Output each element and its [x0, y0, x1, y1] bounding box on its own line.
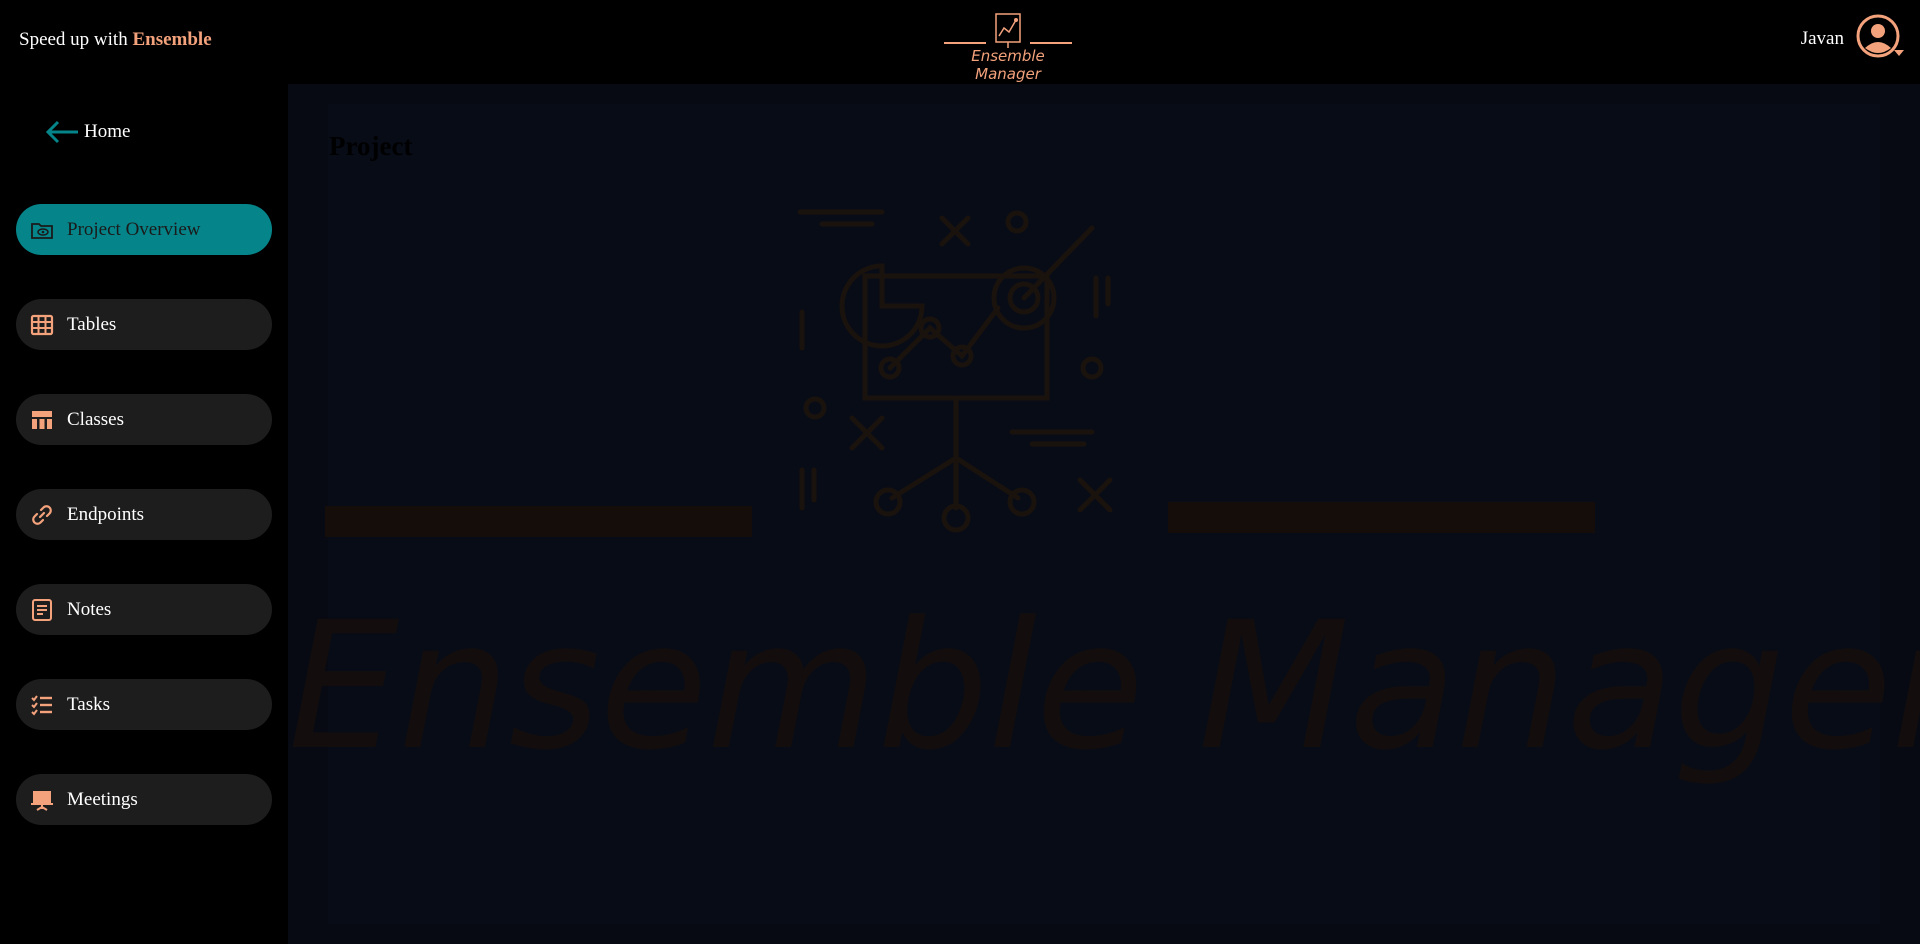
watermark-text: Ensemble Manager	[288, 584, 1920, 789]
link-icon	[30, 503, 54, 527]
user-name: Javan	[1800, 28, 1844, 49]
sidebar-item-label: Endpoints	[67, 503, 145, 525]
sidebar-item-meetings[interactable]: Meetings	[16, 774, 272, 825]
tagline-brand: Ensemble	[132, 29, 212, 50]
class-table-icon	[30, 408, 54, 432]
logo-icon	[944, 13, 1072, 48]
tagline: Speed up with Ensemble	[19, 29, 212, 51]
page-title: Project	[329, 131, 413, 161]
home-label: Home	[84, 121, 131, 142]
sidebar: Home Project Overview Tables Classes End…	[0, 84, 288, 944]
table-grid-icon	[30, 313, 54, 337]
checklist-icon	[30, 693, 54, 717]
sidebar-item-label: Meetings	[67, 788, 138, 810]
sidebar-item-label: Tasks	[67, 693, 111, 715]
sidebar-item-label: Tables	[67, 313, 117, 335]
logo-text: Ensemble Manager	[971, 47, 1045, 83]
sidebar-item-project-overview[interactable]: Project Overview	[16, 204, 272, 255]
presentation-chart-icon	[797, 209, 1113, 533]
decorative-bar-left	[325, 506, 752, 537]
top-bar: Speed up with Ensemble Ensemble Manager …	[0, 0, 1920, 84]
decorative-bar-right	[1168, 502, 1595, 533]
sidebar-item-tasks[interactable]: Tasks	[16, 679, 272, 730]
user-avatar-icon[interactable]	[1856, 14, 1906, 64]
sidebar-item-label: Project Overview	[67, 218, 201, 240]
user-menu[interactable]: Javan	[1801, 14, 1906, 64]
presentation-icon	[30, 788, 54, 812]
folder-eye-icon	[30, 218, 54, 242]
sidebar-item-label: Classes	[67, 408, 124, 430]
sidebar-item-endpoints[interactable]: Endpoints	[16, 489, 272, 540]
sidebar-item-label: Notes	[67, 598, 112, 620]
sidebar-item-classes[interactable]: Classes	[16, 394, 272, 445]
sidebar-item-notes[interactable]: Notes	[16, 584, 272, 635]
app-logo[interactable]: Ensemble Manager	[938, 10, 1078, 83]
tagline-prefix: Speed up with	[19, 29, 128, 50]
main-content: Project Ensemble Manager	[288, 84, 1920, 944]
home-link[interactable]: Home	[44, 120, 130, 144]
arrow-left-icon	[45, 120, 78, 144]
notes-icon	[30, 598, 54, 622]
sidebar-item-tables[interactable]: Tables	[16, 299, 272, 350]
